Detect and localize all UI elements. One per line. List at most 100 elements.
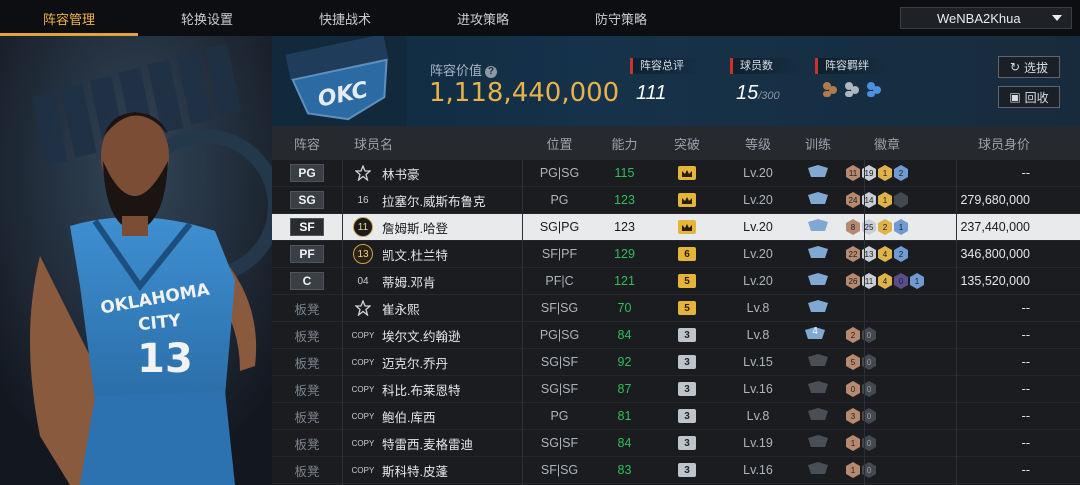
badge-icon: 2 xyxy=(894,165,908,181)
tab-lineup[interactable]: 阵容管理 xyxy=(0,0,138,36)
tab-rotation[interactable]: 轮换设置 xyxy=(138,0,276,36)
table-row[interactable]: 板凳 COPY 迈克尔.乔丹 SG|SF 92 3 Lv.15 5 0 -- xyxy=(272,349,1080,376)
copy-badge: COPY xyxy=(351,384,375,394)
badge-icon: 4 xyxy=(878,273,892,289)
training-icon[interactable] xyxy=(807,461,829,479)
table-row[interactable]: PF 13 凯文.杜兰特 SF|PF 129 6 Lv.20 22 13 4 2 346,800,00… xyxy=(272,241,1080,268)
training-icon[interactable] xyxy=(807,407,829,425)
bond-icon-bronze[interactable] xyxy=(821,80,839,98)
role-cell: 板凳 xyxy=(272,434,342,453)
breakthrough-cell: 3 xyxy=(652,328,722,342)
table-row[interactable]: 板凳 崔永熙 SF|SG 70 5 Lv.8 -- xyxy=(272,295,1080,322)
player-name: 斯科特.皮蓬 xyxy=(382,464,448,479)
table-row[interactable]: 板凳 COPY 特雷西.麦格雷迪 SG|SF 84 3 Lv.19 1 0 -- xyxy=(272,430,1080,457)
table-row[interactable]: 板凳 COPY 埃尔文.约翰逊 PG|SG 84 3 Lv.8 4 2 0 -- xyxy=(272,322,1080,349)
scout-button[interactable]: ↻ 选拔 xyxy=(998,56,1060,78)
training-cell xyxy=(794,380,842,398)
ability-cell: 123 xyxy=(614,193,635,207)
jersey-number: 11 xyxy=(353,217,373,237)
training-icon[interactable] xyxy=(807,353,829,371)
training-icon[interactable] xyxy=(807,380,829,398)
col-header-role[interactable]: 阵容 xyxy=(272,134,342,153)
col-header-value[interactable]: 球员身价 xyxy=(932,134,1042,153)
tab-quick-tactics[interactable]: 快捷战术 xyxy=(276,0,414,36)
ability-cell: 84 xyxy=(617,328,632,342)
player-value-cell: -- xyxy=(1021,382,1030,396)
breakthrough-badge: 6 xyxy=(678,247,696,261)
position-cell: SG|SF xyxy=(540,355,579,369)
position-cell: SG|SF xyxy=(540,382,579,396)
player-name: 拉塞尔.威斯布鲁克 xyxy=(382,194,486,209)
table-row[interactable]: SG 16 拉塞尔.威斯布鲁克 PG 123 Lv.20 24 14 1 279,680,000 xyxy=(272,187,1080,214)
col-header-training[interactable]: 训练 xyxy=(794,134,842,153)
role-cell: 板凳 xyxy=(272,407,342,426)
refresh-icon: ↻ xyxy=(1009,60,1021,74)
col-header-breakthrough[interactable]: 突破 xyxy=(652,134,722,153)
training-icon[interactable] xyxy=(807,191,829,209)
training-icon[interactable] xyxy=(807,434,829,452)
training-icon[interactable] xyxy=(807,272,829,290)
training-icon[interactable] xyxy=(807,164,829,182)
breakthrough-badge: 3 xyxy=(678,382,696,396)
badge-icon: 26 xyxy=(846,273,860,289)
training-cell xyxy=(794,272,842,290)
training-icon[interactable] xyxy=(807,218,829,236)
position-cell: PF|C xyxy=(545,274,574,288)
table-row[interactable]: SF 11 詹姆斯.哈登 SG|PG 123 Lv.20 8 25 2 1 237,440,000 xyxy=(272,214,1080,241)
level-cell: Lv.20 xyxy=(743,220,773,234)
badges-cell: 30 xyxy=(842,408,932,424)
col-header-badges[interactable]: 徽章 xyxy=(842,134,932,153)
col-header-name[interactable]: 球员名 xyxy=(342,134,522,153)
ability-cell: 83 xyxy=(617,463,632,477)
player-name: 科比.布莱恩特 xyxy=(382,383,461,398)
ability-cell: 115 xyxy=(614,166,635,180)
bond-icons[interactable] xyxy=(815,80,887,98)
training-cell xyxy=(794,218,842,236)
col-header-level[interactable]: 等级 xyxy=(722,134,794,153)
stat-player-count-value: 15/300 xyxy=(736,82,780,104)
ability-cell: 129 xyxy=(614,247,635,261)
copy-badge: COPY xyxy=(351,438,375,448)
table-row[interactable]: PG 林书豪 PG|SG 115 Lv.20 11 19 1 2 -- xyxy=(272,160,1080,187)
table-row[interactable]: 板凳 COPY 科比.布莱恩特 SG|SF 87 3 Lv.16 0 0 -- xyxy=(272,376,1080,403)
training-cell: 4 xyxy=(794,326,842,344)
training-icon[interactable] xyxy=(807,245,829,263)
table-row[interactable]: C 04 蒂姆.邓肯 PF|C 121 5 Lv.20 26 11 4 0 1 135,520,000 xyxy=(272,268,1080,295)
star-icon xyxy=(350,163,376,183)
badges-cell: 8 25 2 1 xyxy=(842,219,932,235)
tab-defense[interactable]: 防守策略 xyxy=(552,0,690,36)
badge-icon: 5 xyxy=(846,354,860,370)
position-tag: SF xyxy=(290,218,324,236)
column-divider xyxy=(956,160,957,485)
player-value-cell: -- xyxy=(1021,409,1030,423)
breakthrough-cell: 6 xyxy=(652,247,722,261)
role-cell: SG xyxy=(272,191,342,209)
training-icon[interactable] xyxy=(807,299,829,317)
role-cell: 板凳 xyxy=(272,353,342,372)
recycle-button[interactable]: ▣ 回收 xyxy=(998,86,1060,108)
player-name: 迈克尔.乔丹 xyxy=(382,356,448,371)
svg-text:13: 13 xyxy=(137,336,193,382)
player-illustration: OKLAHOMA CITY 13 xyxy=(0,36,272,485)
tab-offense[interactable]: 进攻策略 xyxy=(414,0,552,36)
col-header-position[interactable]: 位置 xyxy=(522,134,597,153)
badges-cell: 22 13 4 2 xyxy=(842,246,932,262)
copy-badge: COPY xyxy=(351,411,375,421)
table-body: PG 林书豪 PG|SG 115 Lv.20 11 19 1 2 -- SG 16 拉塞尔.威斯布鲁克 P… xyxy=(272,160,1080,484)
role-cell: SF xyxy=(272,218,342,236)
table-row[interactable]: 板凳 COPY 斯科特.皮蓬 SF|SG 83 3 Lv.16 1 0 -- xyxy=(272,457,1080,484)
badge-icon: 0 xyxy=(846,381,860,397)
help-icon[interactable]: ? xyxy=(485,65,498,78)
account-dropdown[interactable]: WeNBA2Khua xyxy=(900,7,1072,29)
player-value-cell: -- xyxy=(1021,328,1030,342)
badge-icon: 1 xyxy=(846,435,860,451)
player-name-cell: 11 詹姆斯.哈登 xyxy=(342,217,522,237)
level-cell: Lv.20 xyxy=(743,166,773,180)
table-row[interactable]: 板凳 COPY 鲍伯.库西 PG 81 3 Lv.8 3 0 -- xyxy=(272,403,1080,430)
level-cell: Lv.8 xyxy=(746,409,770,423)
bond-icon-blue[interactable] xyxy=(865,80,883,98)
bond-icon-silver[interactable] xyxy=(843,80,861,98)
col-header-ability[interactable]: 能力 xyxy=(597,134,652,153)
training-cell xyxy=(794,191,842,209)
jersey-number: 04 xyxy=(357,275,369,287)
